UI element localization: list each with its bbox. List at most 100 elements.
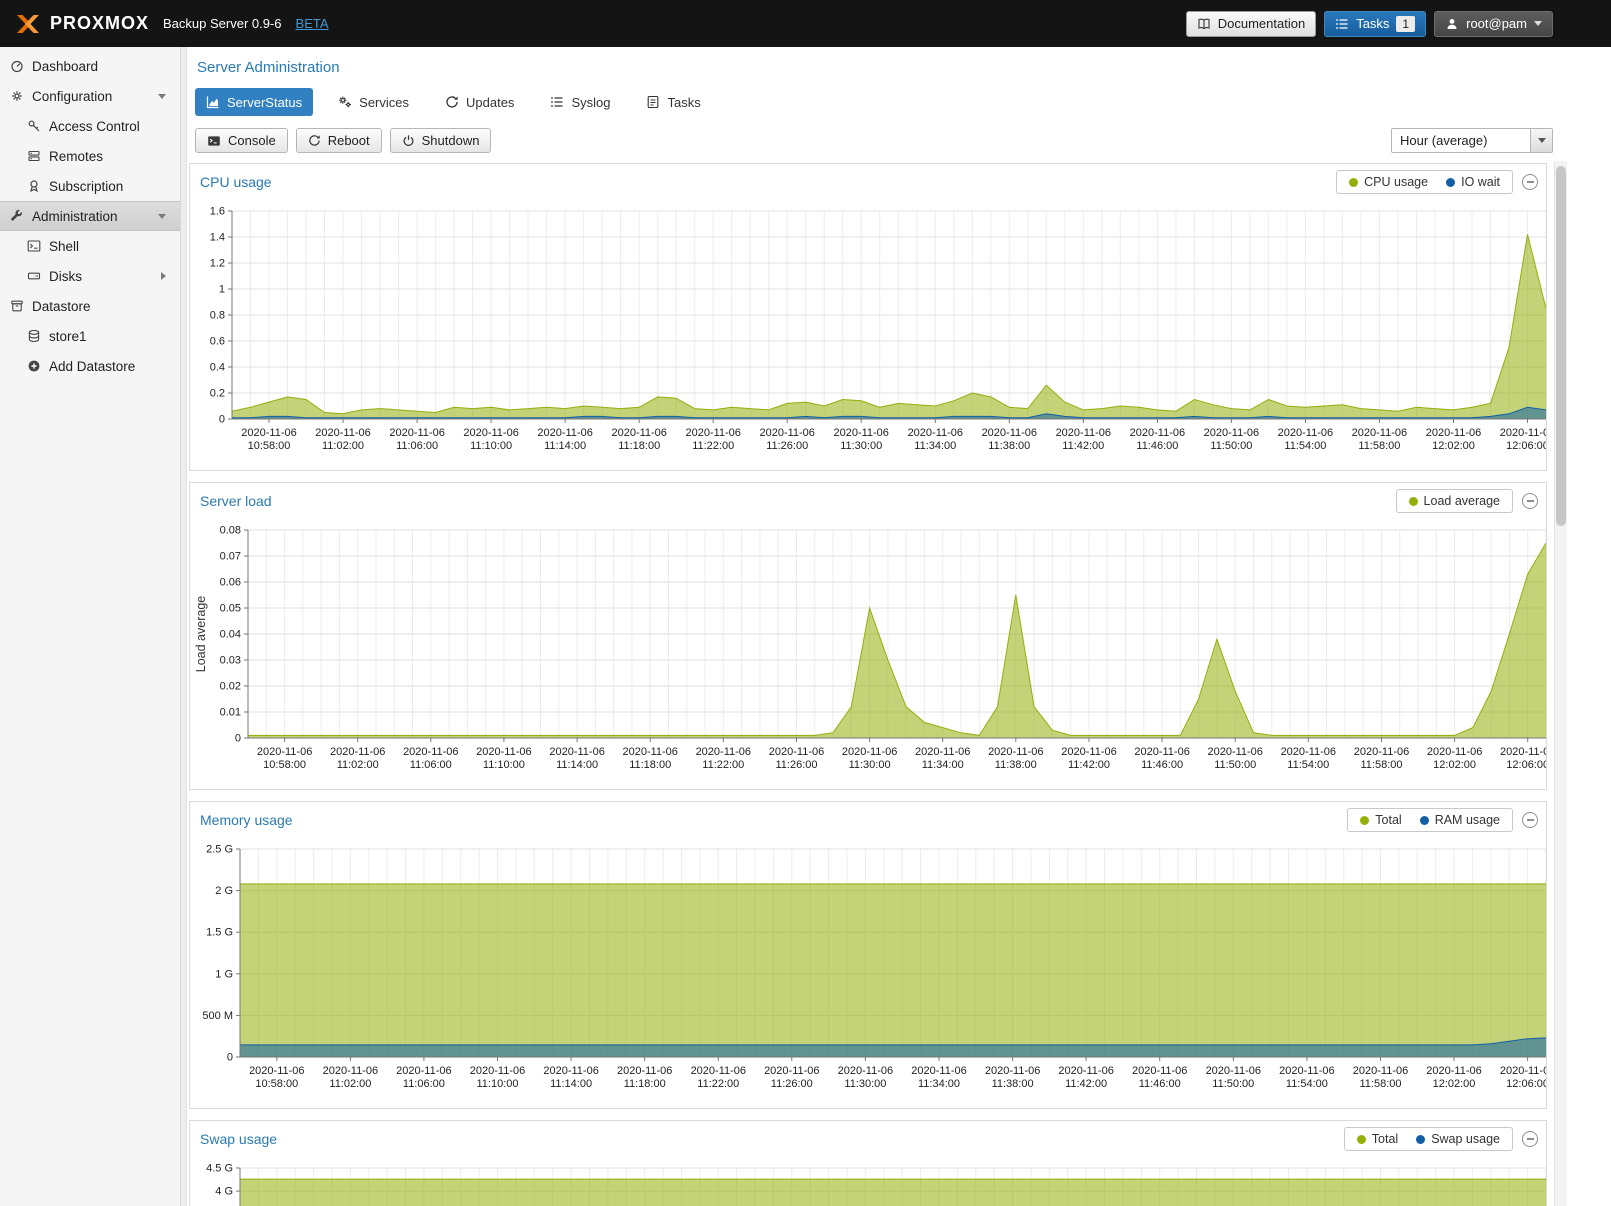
svg-text:11:14:00: 11:14:00 xyxy=(544,440,586,452)
svg-text:0: 0 xyxy=(227,1052,233,1064)
tab-syslog[interactable]: Syslog xyxy=(539,88,621,116)
collapse-icon[interactable] xyxy=(1522,493,1538,509)
chart-legend: Total RAM usage xyxy=(1347,808,1513,832)
svg-text:0.01: 0.01 xyxy=(220,707,241,719)
svg-text:11:14:00: 11:14:00 xyxy=(556,759,598,771)
shutdown-button[interactable]: Shutdown xyxy=(390,128,492,153)
documentation-button[interactable]: Documentation xyxy=(1186,11,1316,37)
main-content: Server Administration ServerStatus Servi… xyxy=(187,47,1567,1206)
collapse-icon[interactable] xyxy=(1522,812,1538,828)
tab-bar: ServerStatus Services Updates xyxy=(187,80,1567,124)
select-trigger[interactable] xyxy=(1530,129,1552,152)
user-menu-button[interactable]: root@pam xyxy=(1434,11,1553,37)
svg-text:2020-11-06: 2020-11-06 xyxy=(1207,746,1262,758)
sidebar-item-datastore[interactable]: Datastore xyxy=(0,291,180,321)
wrench-icon xyxy=(10,209,24,223)
chevron-down-icon[interactable] xyxy=(158,214,166,219)
svg-text:0.06: 0.06 xyxy=(220,577,241,589)
sidebar-item-subscription[interactable]: Subscription xyxy=(0,171,180,201)
legend-item-total[interactable]: Total xyxy=(1360,813,1401,827)
sidebar-item-access-control[interactable]: Access Control xyxy=(0,111,180,141)
svg-text:2020-11-06: 2020-11-06 xyxy=(759,427,814,439)
svg-text:2020-11-06: 2020-11-06 xyxy=(1206,1065,1261,1077)
svg-text:2 G: 2 G xyxy=(215,885,233,897)
vertical-scrollbar[interactable] xyxy=(1554,161,1567,1206)
svg-text:1.2: 1.2 xyxy=(210,258,225,270)
beta-link[interactable]: BETA xyxy=(296,16,329,31)
svg-text:11:22:00: 11:22:00 xyxy=(697,1078,739,1090)
legend-item-io-wait[interactable]: IO wait xyxy=(1446,175,1500,189)
area-chart-icon xyxy=(206,95,220,109)
svg-text:2020-11-06: 2020-11-06 xyxy=(403,746,458,758)
scrollbar-thumb[interactable] xyxy=(1556,166,1566,526)
svg-text:1.4: 1.4 xyxy=(210,232,225,244)
svg-text:2020-11-06: 2020-11-06 xyxy=(833,427,888,439)
terminal-icon xyxy=(27,239,41,253)
chevron-down-icon xyxy=(1534,21,1542,26)
svg-text:11:30:00: 11:30:00 xyxy=(840,440,882,452)
toolbar: Console Reboot Shutdown Hour (average) xyxy=(187,124,1567,161)
collapse-icon[interactable] xyxy=(1522,174,1538,190)
sidebar-item-add-datastore[interactable]: Add Datastore xyxy=(0,351,180,381)
svg-text:12:02:00: 12:02:00 xyxy=(1433,1078,1476,1090)
tab-services[interactable]: Services xyxy=(327,88,420,116)
svg-text:2020-11-06: 2020-11-06 xyxy=(915,746,970,758)
chevron-right-icon[interactable] xyxy=(161,272,166,280)
collapse-icon[interactable] xyxy=(1522,1131,1538,1147)
svg-text:11:02:00: 11:02:00 xyxy=(329,1078,371,1090)
tab-tasks[interactable]: Tasks xyxy=(635,88,711,116)
legend-item-cpu-usage[interactable]: CPU usage xyxy=(1349,175,1428,189)
legend-item-swap-usage[interactable]: Swap usage xyxy=(1416,1132,1500,1146)
svg-text:2.5 G: 2.5 G xyxy=(206,844,233,856)
sidebar-item-shell[interactable]: Shell xyxy=(0,231,180,261)
legend-item-ram-usage[interactable]: RAM usage xyxy=(1420,813,1500,827)
svg-text:2020-11-06: 2020-11-06 xyxy=(1500,1065,1546,1077)
svg-text:2020-11-06: 2020-11-06 xyxy=(1204,427,1259,439)
console-button[interactable]: Console xyxy=(195,128,288,153)
svg-text:11:02:00: 11:02:00 xyxy=(337,759,379,771)
svg-text:2020-11-06: 2020-11-06 xyxy=(764,1065,819,1077)
timeframe-select[interactable]: Hour (average) xyxy=(1391,128,1553,153)
svg-text:2020-11-06: 2020-11-06 xyxy=(622,746,677,758)
sidebar-item-store1[interactable]: store1 xyxy=(0,321,180,351)
sidebar-item-remotes[interactable]: Remotes xyxy=(0,141,180,171)
svg-text:11:14:00: 11:14:00 xyxy=(550,1078,592,1090)
svg-text:2020-11-06: 2020-11-06 xyxy=(982,427,1037,439)
tab-serverstatus[interactable]: ServerStatus xyxy=(195,88,313,116)
chevron-down-icon[interactable] xyxy=(158,94,166,99)
svg-text:11:06:00: 11:06:00 xyxy=(403,1078,445,1090)
svg-text:11:54:00: 11:54:00 xyxy=(1287,759,1329,771)
sidebar-item-configuration[interactable]: Configuration xyxy=(0,81,180,111)
svg-text:2020-11-06: 2020-11-06 xyxy=(911,1065,966,1077)
svg-text:2020-11-06: 2020-11-06 xyxy=(1500,746,1546,758)
legend-item-load-average[interactable]: Load average xyxy=(1409,494,1500,508)
svg-text:11:50:00: 11:50:00 xyxy=(1210,440,1252,452)
tab-updates[interactable]: Updates xyxy=(434,88,525,116)
tasks-button[interactable]: Tasks 1 xyxy=(1324,11,1426,37)
svg-text:2020-11-06: 2020-11-06 xyxy=(1426,427,1481,439)
svg-text:2020-11-06: 2020-11-06 xyxy=(1426,1065,1481,1077)
svg-text:2020-11-06: 2020-11-06 xyxy=(1354,746,1409,758)
panel-server-load: Server load Load average 00.010.020.030.… xyxy=(189,482,1547,790)
power-icon xyxy=(402,134,415,147)
reboot-button[interactable]: Reboot xyxy=(296,128,382,153)
legend-item-total[interactable]: Total xyxy=(1357,1132,1398,1146)
svg-text:2020-11-06: 2020-11-06 xyxy=(691,1065,746,1077)
refresh-icon xyxy=(445,95,459,109)
panel-swap-usage: Swap usage Total Swap usage 0500 M1 G1.5 xyxy=(189,1120,1547,1206)
brand-name: PROXMOX xyxy=(50,13,149,34)
svg-text:10:58:00: 10:58:00 xyxy=(255,1078,298,1090)
svg-text:12:06:00: 12:06:00 xyxy=(1506,759,1546,771)
svg-text:4.5 G: 4.5 G xyxy=(206,1163,233,1175)
sidebar-item-disks[interactable]: Disks xyxy=(0,261,180,291)
sidebar-item-dashboard[interactable]: Dashboard xyxy=(0,51,180,81)
sidebar-item-administration[interactable]: Administration xyxy=(0,201,180,231)
svg-text:2020-11-06: 2020-11-06 xyxy=(470,1065,525,1077)
svg-text:11:58:00: 11:58:00 xyxy=(1358,440,1400,452)
svg-text:2020-11-06: 2020-11-06 xyxy=(1132,1065,1187,1077)
svg-text:2020-11-06: 2020-11-06 xyxy=(1056,427,1111,439)
svg-text:11:46:00: 11:46:00 xyxy=(1139,1078,1181,1090)
sidebar: Dashboard Configuration Access Control R xyxy=(0,47,181,1206)
svg-text:0.8: 0.8 xyxy=(210,310,225,322)
console-icon xyxy=(207,134,221,148)
